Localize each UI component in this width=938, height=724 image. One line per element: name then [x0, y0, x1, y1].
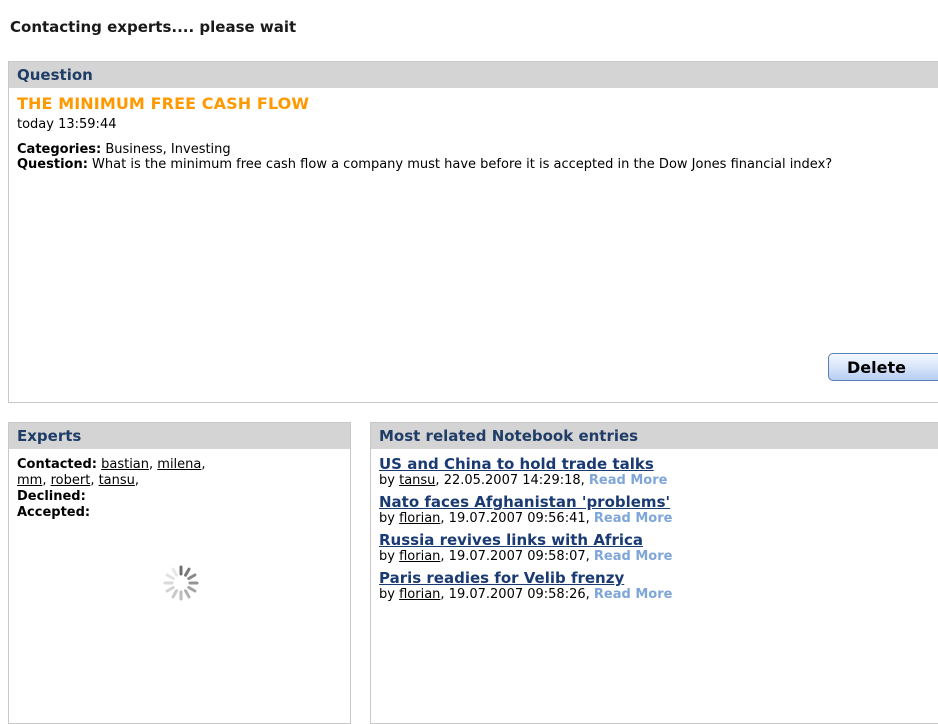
notebook-entries-panel: Most related Notebook entries US and Chi… [370, 422, 938, 724]
question-panel: Question THE MINIMUM FREE CASH FLOW toda… [8, 61, 938, 403]
notebook-entries-header: Most related Notebook entries [371, 423, 938, 449]
entry-meta: by tansu, 22.05.2007 14:29:18, Read More [379, 473, 668, 488]
question-body: THE MINIMUM FREE CASH FLOW today 13:59:4… [9, 88, 938, 180]
entry-author-link[interactable]: florian [399, 587, 440, 602]
question-title: THE MINIMUM FREE CASH FLOW [17, 94, 310, 113]
entry-author-link[interactable]: florian [399, 511, 440, 526]
entry-meta: by florian, 19.07.2007 09:58:07, Read Mo… [379, 549, 673, 564]
categories-value: Business, Investing [101, 142, 231, 157]
accepted-label: Accepted: [17, 505, 91, 520]
by-label: by [379, 473, 395, 488]
expert-link[interactable]: robert [51, 473, 91, 488]
entry-date: 22.05.2007 14:29:18 [443, 473, 581, 488]
by-label: by [379, 587, 395, 602]
by-label: by [379, 511, 395, 526]
entry-meta: by florian, 19.07.2007 09:58:26, Read Mo… [379, 587, 673, 602]
question-header: Question [9, 62, 938, 88]
contacted-row: Contacted: bastian, milena, mm, robert, … [17, 457, 206, 488]
entry-meta: by florian, 19.07.2007 09:56:41, Read Mo… [379, 511, 673, 526]
entry-title-link[interactable]: Nato faces Afghanistan 'problems' [379, 493, 938, 511]
entry-title-link[interactable]: Russia revives links with Africa [379, 531, 938, 549]
by-label: by [379, 549, 395, 564]
question-label: Question: [17, 157, 88, 172]
read-more-link[interactable]: Read More [594, 511, 673, 526]
notebook-entries-list: US and China to hold trade talks by tans… [371, 449, 938, 613]
categories-label: Categories: [17, 142, 102, 157]
entry-author-link[interactable]: tansu [399, 473, 435, 488]
list-item: Russia revives links with Africa by flor… [379, 531, 938, 564]
list-item: US and China to hold trade talks by tans… [379, 455, 938, 488]
entry-title-link[interactable]: US and China to hold trade talks [379, 455, 938, 473]
entry-date: 19.07.2007 09:56:41 [448, 511, 586, 526]
expert-link[interactable]: bastian [101, 457, 149, 472]
experts-body: Contacted: bastian, milena, mm, robert, … [9, 449, 350, 529]
question-timestamp: today 13:59:44 [17, 117, 117, 132]
expert-link[interactable]: milena [157, 457, 201, 472]
experts-panel: Experts Contacted: bastian, milena, mm, … [8, 422, 351, 724]
delete-button[interactable]: Delete [828, 353, 938, 381]
question-categories: Categories: Business, Investing [17, 142, 938, 157]
status-message: Contacting experts.... please wait [10, 18, 297, 36]
list-item: Paris readies for Velib frenzy by floria… [379, 569, 938, 602]
expert-link[interactable]: tansu [99, 473, 135, 488]
entry-date: 19.07.2007 09:58:07 [448, 549, 586, 564]
read-more-link[interactable]: Read More [594, 549, 673, 564]
list-item: Nato faces Afghanistan 'problems' by flo… [379, 493, 938, 526]
question-text: Question: What is the minimum free cash … [17, 157, 937, 172]
entry-date: 19.07.2007 09:58:26 [448, 587, 586, 602]
declined-label: Declined: [17, 489, 86, 504]
entry-title-link[interactable]: Paris readies for Velib frenzy [379, 569, 938, 587]
read-more-link[interactable]: Read More [594, 587, 673, 602]
contacted-label: Contacted: [17, 457, 97, 472]
experts-header: Experts [9, 423, 350, 449]
question-value: What is the minimum free cash flow a com… [87, 157, 833, 172]
expert-link[interactable]: mm [17, 473, 42, 488]
loading-spinner-icon [163, 565, 199, 601]
read-more-link[interactable]: Read More [589, 473, 668, 488]
entry-author-link[interactable]: florian [399, 549, 440, 564]
